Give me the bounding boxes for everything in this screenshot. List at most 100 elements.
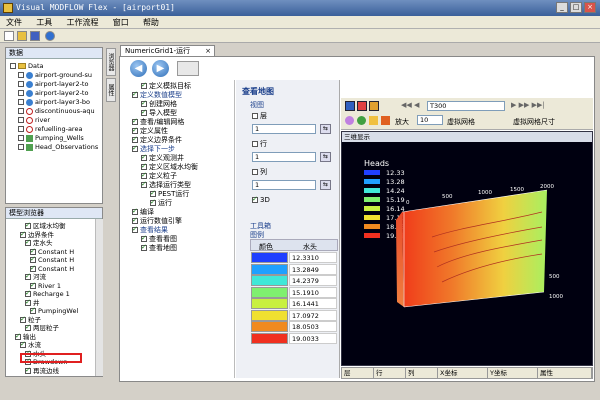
model-browser-item[interactable]: 区域水均衡 [25, 221, 66, 230]
row-go-button[interactable]: ⇆ [320, 152, 331, 162]
data-item-checkbox[interactable] [18, 126, 24, 132]
workflow-step[interactable]: 运行 [150, 198, 172, 208]
menu-window[interactable]: 窗口 [107, 16, 135, 29]
workflow-step[interactable]: 查看地图 [141, 243, 177, 253]
model-item-checkbox[interactable] [20, 230, 26, 238]
model-browser-item[interactable]: 再流边线 [25, 366, 59, 375]
model-item-checkbox[interactable] [30, 255, 36, 263]
layer-option[interactable]: 层 [252, 111, 267, 121]
legend-color-swatch[interactable] [251, 275, 288, 286]
minimize-button[interactable]: _ [556, 2, 568, 13]
model-browser-item[interactable]: Constant H [30, 264, 74, 273]
layer-input[interactable]: 1 [252, 124, 316, 134]
legend-color-swatch[interactable] [251, 286, 288, 298]
data-item-checkbox[interactable] [18, 144, 24, 150]
column-go-button[interactable]: ⇆ [320, 180, 331, 190]
data-item[interactable]: airport-layer3-bo [18, 98, 90, 106]
data-item[interactable]: refuelling-area [18, 125, 82, 133]
model-browser-scrollbar[interactable] [95, 219, 103, 376]
data-item[interactable]: Head_Observations [18, 143, 98, 151]
workflow-step[interactable]: PEST运行 [150, 189, 189, 199]
workflow-step[interactable]: 查看结果 [132, 225, 168, 235]
forward-button[interactable]: ▶ [152, 60, 169, 77]
model-item-checkbox[interactable] [25, 221, 31, 229]
data-item-checkbox[interactable] [18, 135, 24, 141]
data-item-checkbox[interactable] [18, 81, 24, 87]
reset-view-icon[interactable] [381, 116, 390, 125]
close-button[interactable]: × [584, 2, 596, 13]
workflow-step[interactable]: 定义区域水均衡 [141, 162, 198, 172]
legend-color-swatch[interactable] [251, 263, 288, 275]
model-browser-item[interactable]: PumpingWel [30, 306, 78, 315]
data-item-checkbox[interactable] [18, 117, 24, 123]
data-item[interactable]: airport-layer2-to [18, 80, 88, 88]
colormap-icon[interactable] [357, 101, 367, 111]
model-item-checkbox[interactable] [25, 298, 31, 306]
workflow-step[interactable]: 选择下一步 [132, 144, 175, 154]
menu-tools[interactable]: 工具 [30, 16, 58, 29]
workflow-step[interactable]: 导入模型 [141, 108, 177, 118]
model-item-checkbox[interactable] [30, 247, 36, 255]
playback-forward-controls[interactable]: ▶ ▶▶ ▶▶| [511, 101, 545, 109]
layer-go-button[interactable]: ⇆ [320, 124, 331, 134]
3d-option[interactable]: 3D [252, 195, 270, 204]
side-tab-properties[interactable]: 属性 [106, 78, 116, 102]
data-item[interactable]: discontinuous-aqu [18, 107, 95, 115]
model-item-checkbox[interactable] [20, 340, 26, 348]
3d-viewer[interactable]: 三维显示 Heads 12.33 13.28 14.24 15.19 16.14 17.1… [341, 131, 593, 366]
menu-help[interactable]: 帮助 [137, 16, 165, 29]
model-browser-item[interactable]: River 1 [30, 281, 61, 290]
open-folder-icon[interactable] [17, 31, 27, 41]
column-option[interactable]: 列 [252, 167, 267, 177]
legend-color-swatch[interactable] [251, 332, 288, 344]
menu-file[interactable]: 文件 [0, 16, 28, 29]
model-item-checkbox[interactable] [25, 289, 31, 297]
model-browser-item[interactable]: 两层粒子 [25, 323, 59, 332]
time-select[interactable]: T300 [427, 101, 505, 111]
model-item-checkbox[interactable] [25, 323, 31, 331]
workflow-step[interactable]: 定义边界条件 [132, 135, 182, 145]
legend-color-swatch[interactable] [251, 309, 288, 321]
workflow-step[interactable]: 查看/编辑网格 [132, 117, 184, 127]
save-icon[interactable] [30, 31, 40, 41]
legend-color-swatch[interactable] [251, 252, 288, 263]
pan-icon[interactable] [357, 116, 366, 125]
model-item-checkbox[interactable] [25, 272, 31, 280]
data-root[interactable]: Data [10, 62, 44, 70]
select-icon[interactable] [369, 116, 378, 125]
help-icon[interactable] [45, 31, 55, 41]
data-root-checkbox[interactable] [10, 63, 16, 69]
data-item[interactable]: airport-layer2-to [18, 89, 88, 97]
data-item-checkbox[interactable] [18, 90, 24, 96]
model-browser-item[interactable]: Constant H [30, 255, 74, 264]
model-item-checkbox[interactable] [25, 238, 31, 246]
data-item-checkbox[interactable] [18, 108, 24, 114]
tab-numericgrid-run[interactable]: NumericGrid1-运行 × [120, 45, 215, 56]
workflow-step[interactable]: 定义观测井 [141, 153, 184, 163]
zoom-input[interactable]: 10 [417, 115, 443, 125]
workflow-step[interactable]: 定义数值模型 [132, 90, 182, 100]
maximize-button[interactable]: □ [570, 2, 582, 13]
rotate-icon[interactable] [345, 116, 354, 125]
model-item-checkbox[interactable] [30, 264, 36, 272]
data-item-checkbox[interactable] [18, 99, 24, 105]
virtual-grid-size-select[interactable]: 虚拟网格尺寸 [513, 117, 555, 127]
virtual-grid-select[interactable]: 虚拟网格 [447, 117, 475, 127]
row-checkbox[interactable] [252, 141, 258, 147]
workflow-menu-button[interactable] [177, 61, 199, 76]
playback-controls[interactable]: ◀◀ ◀ [401, 101, 419, 109]
grid-view-icon[interactable] [345, 101, 355, 111]
new-file-icon[interactable] [4, 31, 14, 41]
menu-workflow[interactable]: 工作流程 [60, 16, 104, 29]
layers-icon[interactable] [369, 101, 379, 111]
model-item-checkbox[interactable] [30, 306, 36, 314]
model-item-checkbox[interactable] [15, 332, 21, 340]
workflow-step[interactable]: 选择运行类型 [141, 180, 191, 190]
row-option[interactable]: 行 [252, 139, 267, 149]
workflow-step[interactable]: 运行数值引擎 [132, 216, 182, 226]
column-input[interactable]: 1 [252, 180, 316, 190]
data-item[interactable]: Pumping_Wells [18, 134, 84, 142]
legend-color-swatch[interactable] [251, 321, 288, 332]
data-item[interactable]: airport-ground-su [18, 71, 92, 79]
model-browser-item[interactable]: Constant H [30, 247, 74, 256]
